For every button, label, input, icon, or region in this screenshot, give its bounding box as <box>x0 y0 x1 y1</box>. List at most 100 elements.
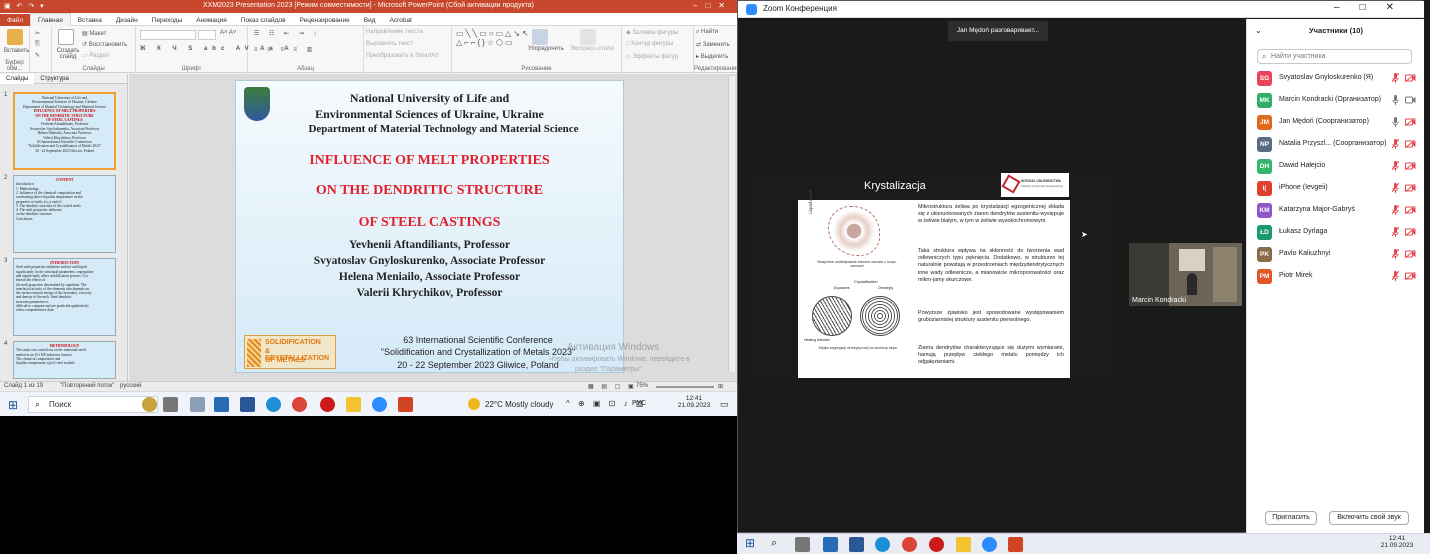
edge-icon[interactable] <box>875 537 890 552</box>
participant-row[interactable]: PK Pavlo Kaliuzhnyi <box>1257 243 1417 265</box>
quick-styles-icon[interactable] <box>580 29 596 45</box>
microphone-muted-icon[interactable] <box>1391 182 1400 193</box>
participant-search-input[interactable]: ⌕ Найти участника <box>1257 49 1412 64</box>
new-slide-icon[interactable] <box>58 29 74 45</box>
layout-button[interactable]: ▤ Макет <box>82 30 106 37</box>
camera-off-icon[interactable] <box>1404 73 1416 83</box>
weather-text[interactable]: 22°C Mostly cloudy <box>485 400 554 409</box>
ribbon-tab[interactable]: Главная <box>29 13 71 26</box>
current-slide[interactable]: National University of Life and Environm… <box>235 80 624 373</box>
copy-icon[interactable]: ⎘ <box>35 41 40 48</box>
format-painter-icon[interactable]: ✎ <box>35 52 40 59</box>
taskbar-search-box[interactable]: ⌕ Поиск <box>28 396 158 413</box>
font-name-field[interactable] <box>140 30 196 40</box>
font-size-field[interactable] <box>198 30 216 40</box>
arrange-icon[interactable] <box>532 29 548 45</box>
new-slide-button[interactable]: Создать слайд <box>56 48 80 60</box>
fit-slide-icon[interactable]: ⊞ <box>718 383 723 390</box>
camera-off-icon[interactable] <box>1404 227 1416 237</box>
input-language[interactable]: РУС <box>632 400 646 407</box>
word-icon[interactable] <box>240 397 255 412</box>
zoom-slider[interactable] <box>656 386 714 388</box>
participant-row[interactable]: PM Piotr Mirek <box>1257 265 1417 287</box>
clock[interactable]: 12:41 21.09.2023 <box>1377 535 1417 549</box>
microphone-muted-icon[interactable] <box>1391 270 1400 281</box>
reset-button[interactable]: ↺ Восстановить <box>82 41 127 48</box>
quick-styles-button[interactable]: Экспресс-стили <box>570 46 614 52</box>
paste-icon[interactable] <box>7 29 23 45</box>
microphone-muted-icon[interactable] <box>1391 226 1400 237</box>
camera-off-icon[interactable] <box>1404 249 1416 259</box>
opera-icon[interactable] <box>929 537 944 552</box>
news-widget-icon[interactable] <box>142 397 157 412</box>
find-button[interactable]: ⌕ Найти <box>696 29 718 36</box>
camera-off-icon[interactable] <box>1404 117 1416 127</box>
zoom-app-icon[interactable] <box>372 397 387 412</box>
chrome-icon[interactable] <box>902 537 917 552</box>
align-text-button[interactable]: Выровнять текст <box>366 41 413 47</box>
opera-icon[interactable] <box>320 397 335 412</box>
vertical-scrollbar[interactable] <box>728 76 735 372</box>
window-controls[interactable]: –□✕ <box>1334 2 1414 13</box>
powerpoint-icon[interactable] <box>1008 537 1023 552</box>
mail-icon[interactable] <box>214 397 229 412</box>
camera-off-icon[interactable] <box>1404 271 1416 281</box>
slide-thumbnail-4[interactable]: METHODOLOGY The study was carried out on… <box>13 341 116 379</box>
paste-button[interactable]: Вставить <box>4 48 29 54</box>
text-direction-button[interactable]: Направление текста <box>366 29 423 35</box>
zoom-app-icon[interactable] <box>982 537 997 552</box>
arrange-button[interactable]: Упорядочить <box>528 46 564 52</box>
microphone-muted-icon[interactable] <box>1391 248 1400 259</box>
participant-row[interactable]: DH Dawid Hałejcio <box>1257 155 1417 177</box>
chrome-icon[interactable] <box>292 397 307 412</box>
zoom-level[interactable]: 75% <box>636 383 648 389</box>
explorer-icon[interactable] <box>190 397 205 412</box>
cut-icon[interactable]: ✂ <box>35 30 40 37</box>
camera-icon[interactable] <box>1405 96 1416 104</box>
camera-off-icon[interactable] <box>1404 205 1416 215</box>
microphone-muted-icon[interactable] <box>1391 204 1400 215</box>
slide-thumbnail-2[interactable]: CONTENT Introduction 1. Methodology 2. I… <box>13 175 116 253</box>
edge-icon[interactable] <box>266 397 281 412</box>
task-view-icon[interactable] <box>163 397 178 412</box>
smartart-button[interactable]: Преобразовать в SmartArt <box>366 53 439 59</box>
participant-row[interactable]: MK Marcin Kondracki (Организатор) <box>1257 89 1417 111</box>
video-tile[interactable]: Marcin Kondracki <box>1129 243 1242 306</box>
tab-outline[interactable]: Структура <box>34 74 74 84</box>
list-buttons[interactable]: ☰ ☷ ⇤ ⇥ ↕ <box>254 30 320 37</box>
folder-icon[interactable] <box>956 537 971 552</box>
tab-slides[interactable]: Слайды <box>0 74 35 84</box>
align-buttons[interactable]: ≡ ≡ ≡ ≡ ▥ <box>254 46 316 53</box>
unmute-button[interactable]: Включить свой звук <box>1329 511 1409 525</box>
folder-icon[interactable] <box>346 397 361 412</box>
invite-button[interactable]: Пригласить <box>1265 511 1317 525</box>
shapes-gallery[interactable]: ▭╲╲▭○▭△↘↖⇩ △⌐⌐{}☆⬡▭ <box>456 29 539 47</box>
slide-thumbnail-1[interactable]: National University of Life and Environm… <box>13 92 116 170</box>
powerpoint-icon[interactable] <box>398 397 413 412</box>
microphone-icon[interactable] <box>1392 95 1399 105</box>
microphone-muted-icon[interactable] <box>1391 138 1400 149</box>
windows-start-icon[interactable]: ⊞ <box>745 537 755 549</box>
language-status[interactable]: русский <box>120 383 142 389</box>
participant-row[interactable]: KM Katarzyna Major-Gabryś <box>1257 199 1417 221</box>
mail-icon[interactable] <box>823 537 838 552</box>
word-icon[interactable] <box>849 537 864 552</box>
shape-effects-button[interactable]: ◇ Эффекты фигур <box>626 53 678 60</box>
windows-start-icon[interactable]: ⊞ <box>8 399 18 411</box>
microphone-muted-icon[interactable] <box>1391 72 1400 83</box>
microphone-muted-icon[interactable] <box>1391 160 1400 171</box>
participant-row[interactable]: JM Jan Mędoń (Соорганизатор) <box>1257 111 1417 133</box>
select-button[interactable]: ▸ Выделить <box>696 53 728 60</box>
participant-row[interactable]: SG Svyatoslav Gnyloskurenko (Я) <box>1257 67 1417 89</box>
camera-off-icon[interactable] <box>1404 139 1416 149</box>
shape-fill-button[interactable]: ◆ Заливка фигуры <box>626 29 678 36</box>
replace-button[interactable]: ⇄ Заменить <box>696 41 730 48</box>
slide-thumbnail-3[interactable]: INTRODUCTION Steel melt properties influ… <box>13 258 116 336</box>
participant-row[interactable]: ŁD Łukasz Dyrlaga <box>1257 221 1417 243</box>
participant-row[interactable]: I(iPhone (Ievgeii) <box>1257 177 1417 199</box>
task-view-icon[interactable] <box>795 537 810 552</box>
camera-off-icon[interactable] <box>1404 161 1416 171</box>
view-buttons[interactable]: ▦ ▤ ▢ ▣ <box>588 383 637 390</box>
grow-font-icon[interactable]: A˄ A˅ <box>220 30 236 36</box>
notifications-icon[interactable]: ▭ <box>720 399 729 410</box>
